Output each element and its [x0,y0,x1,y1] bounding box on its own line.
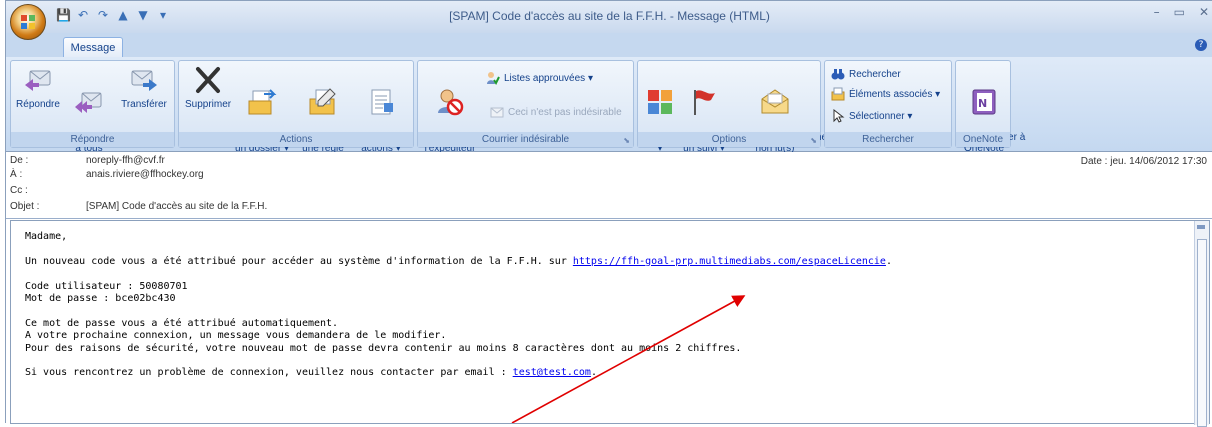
code-intro: Un nouveau code vous a été attribué pour… [25,255,573,267]
ribbon: Répondre Répondre à tous Transférer Répo… [6,57,1212,154]
follow-up-button[interactable]: Assurer un suivi ▾ [678,65,734,165]
from-row: De : noreply-ffh@cvf.fr [10,155,165,169]
site-link[interactable]: https://ffh-goal-prp.multimediabs.com/es… [573,256,886,267]
contact-line: Si vous rencontrez un problème de connex… [25,367,513,379]
svg-text:N: N [978,97,987,110]
group-repondre: Répondre Répondre à tous Transférer Répo… [10,60,175,154]
group-label-repondre: Répondre [11,132,174,147]
paragraph-3: Pour des raisons de sécurité, votre nouv… [25,342,742,354]
block-sender-icon [438,89,464,116]
vertical-scrollbar[interactable] [1194,221,1209,427]
group-label-courrier: Courrier indésirable [418,132,633,147]
contact-email-link[interactable]: test@test.com [513,367,591,378]
other-actions-button[interactable]: Autres actions ▾ [353,65,409,165]
dialog-launcher-icon[interactable]: ⬊ [623,136,630,145]
approved-lists-icon [487,72,500,85]
block-sender-button[interactable]: Bloquer l'expéditeur [422,65,479,165]
subject-text: [SPAM] Code d'accès au site de la F.F.H. [86,201,268,212]
office-logo-icon [21,15,35,29]
select-button[interactable]: Sélectionner ▾ [831,109,912,123]
group-courrier-indesirable: Bloquer l'expéditeur Listes approuvées ▾… [417,60,634,154]
move-to-folder-icon [248,89,277,115]
related-items-button[interactable]: Éléments associés ▾ [831,87,940,101]
approved-lists-button[interactable]: Listes approuvées ▾ [486,71,593,85]
create-rule-button[interactable]: Créer une règle [295,65,351,165]
forward-button[interactable]: Transférer [117,65,171,110]
minimize-button[interactable]: – [1154,5,1160,19]
delete-button[interactable]: Supprimer [185,65,231,110]
cc-label: Cc : [10,185,28,196]
flag-icon [694,90,715,115]
cc-row: Cc : [10,185,86,199]
group-label-rechercher: Rechercher [825,132,951,147]
outlook-message-window: 💾 ↶ ↷ ▲ ▼ ▾ [SPAM] Code d'accès au site … [5,0,1212,427]
office-button[interactable] [10,4,46,40]
greeting: Madame, [25,231,68,242]
not-junk-button[interactable]: Ceci n'est pas indésirable [490,105,622,119]
find-button[interactable]: Rechercher [831,67,901,81]
window-controls: – ▭ ✕ [1154,5,1209,19]
help-icon[interactable]: ? [1195,39,1207,51]
paragraph-1: Ce mot de passe vous a été attribué auto… [25,317,339,329]
mark-unread-icon [761,89,789,114]
scroll-track[interactable] [1197,239,1207,427]
reply-all-button[interactable]: Répondre à tous [63,65,129,165]
related-items-icon [831,87,845,101]
tab-message[interactable]: Message [63,37,123,58]
not-junk-icon [490,107,504,118]
group-options: Classer ▾ Assurer un suivi ▾ Marquer com… [637,60,827,154]
paragraph-2: A votre prochaine connexion, un message … [25,330,447,342]
send-to-onenote-button[interactable]: N Envoyer à OneNote [958,65,1025,165]
message-body-text: Madame, Un nouveau code vous a été attri… [25,231,892,380]
password-line: Mot de passe : bce02bc430 [25,293,176,305]
from-address[interactable]: noreply-ffh@cvf.fr [86,155,165,169]
date-field: Date : jeu. 14/06/2012 17:30 [1081,156,1207,167]
subject-label: Objet : [10,201,40,212]
categorize-button[interactable]: Classer ▾ [642,65,698,165]
period: . [885,255,892,267]
ribbon-tab-row: Message ? [6,33,1212,58]
date-label: Date : [1080,156,1108,167]
group-actions: Supprimer Déplacer vers un dossier ▾ Cré… [178,60,414,154]
binoculars-icon [831,69,845,80]
user-code: Code utilisateur : 50080701 [25,280,188,292]
maximize-button[interactable]: ▭ [1174,5,1185,19]
to-row: À : anais.riviere@ffhockey.org [10,169,204,183]
reply-all-icon [75,92,102,113]
close-button[interactable]: ✕ [1199,5,1209,19]
message-body[interactable]: Madame, Un nouveau code vous a été attri… [10,220,1210,427]
create-rule-icon [309,88,336,115]
group-label-options: Options [638,132,820,147]
period: . [590,367,597,379]
reply-icon [25,70,51,91]
subject-row: Objet : [SPAM] Code d'accès au site de l… [10,201,267,215]
onenote-icon: N [972,89,996,115]
other-actions-icon [371,89,393,115]
scroll-thumb[interactable] [1197,225,1205,229]
group-label-actions: Actions [179,132,413,147]
message-header: De : noreply-ffh@cvf.fr À : anais.rivier… [6,152,1212,219]
delete-x-icon [196,67,220,93]
date-value: jeu. 14/06/2012 17:30 [1110,156,1207,167]
categorize-icon [648,90,672,114]
to-address[interactable]: anais.riviere@ffhockey.org [86,169,204,183]
to-label: À : [10,169,23,180]
group-onenote: N Envoyer à OneNote OneNote [955,60,1025,154]
dialog-launcher-icon[interactable]: ⬊ [810,136,817,145]
mark-unread-button[interactable]: Marquer comme non lu(s) [732,65,827,165]
title-bar: 💾 ↶ ↷ ▲ ▼ ▾ [SPAM] Code d'accès au site … [6,1,1212,33]
group-label-onenote: OneNote [956,132,1010,147]
reply-button[interactable]: Répondre [15,65,61,110]
move-to-folder-button[interactable]: Déplacer vers un dossier ▾ [231,65,315,165]
group-rechercher: Rechercher Éléments associés ▾ Sélection… [824,60,952,148]
forward-icon [131,70,157,91]
cursor-icon [833,109,845,123]
from-label: De : [10,155,29,166]
window-title: [SPAM] Code d'accès au site de la F.F.H.… [449,9,770,23]
